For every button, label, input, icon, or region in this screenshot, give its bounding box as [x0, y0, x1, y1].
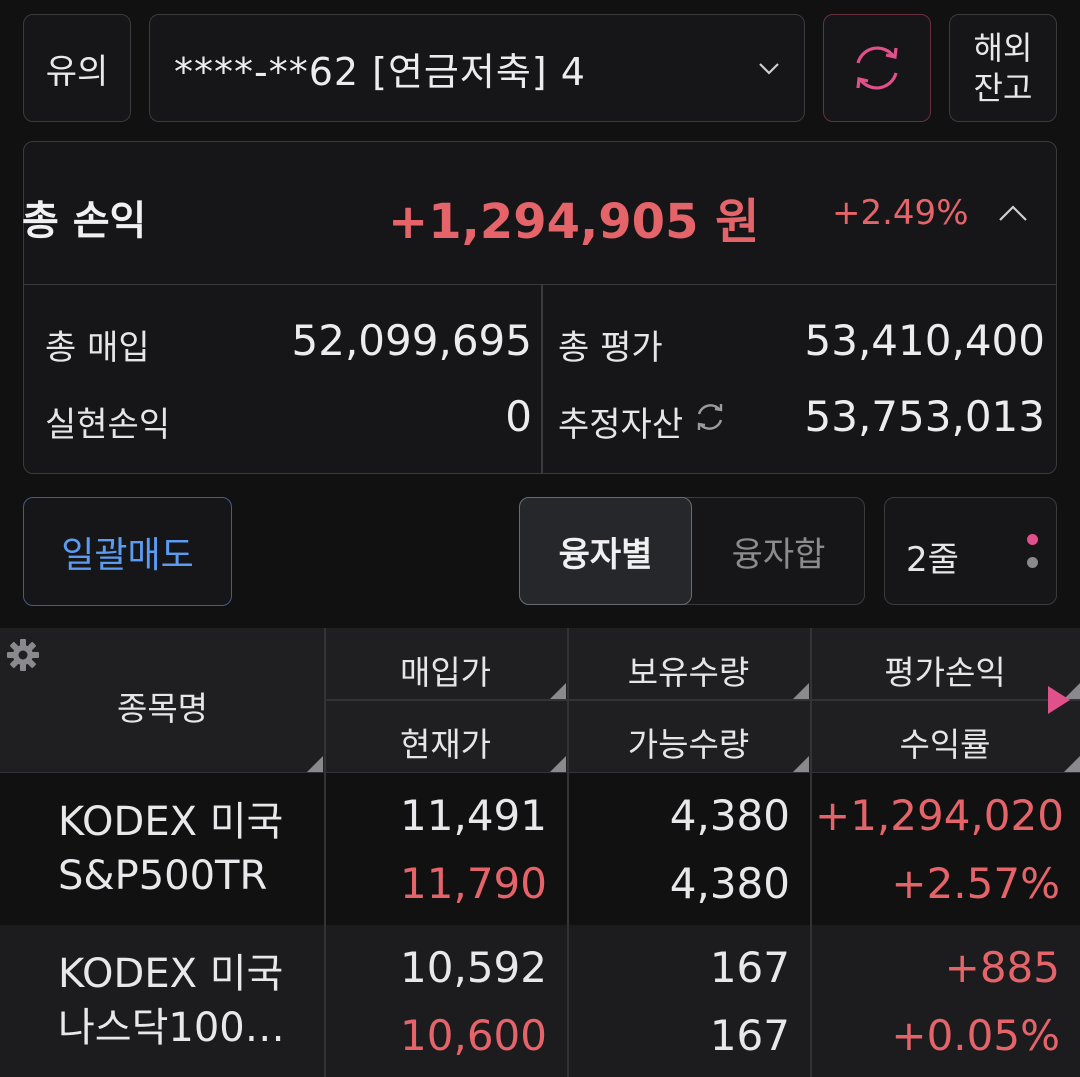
column-divider [324, 925, 326, 1077]
est-asset-label: 추정자산 [558, 405, 684, 445]
row-count-label: 2줄 [906, 540, 959, 580]
col-header-buy-price[interactable]: 매입가 [324, 646, 567, 694]
column-divider [324, 773, 326, 925]
overseas-label-line2: 잔고 [973, 69, 1033, 107]
col-header-current-price[interactable]: 현재가 [324, 718, 567, 766]
tab-loan-sum-label: 융자합 [731, 534, 826, 575]
realized-pl-label: 실현손익 [45, 405, 171, 445]
gear-icon[interactable] [6, 638, 40, 672]
buy-price: 10,592 [400, 943, 547, 992]
total-pl-rate: +2.49% [832, 193, 969, 233]
chevron-down-icon [759, 63, 779, 75]
account-select[interactable]: ****-**62 [연금저축] 4 [149, 14, 805, 122]
realized-pl-value: 0 [505, 392, 532, 441]
column-divider [567, 773, 569, 925]
col-header-eval-pl[interactable]: 평가손익 [810, 646, 1080, 694]
sort-indicator [793, 756, 809, 772]
chevron-up-icon[interactable] [997, 198, 1029, 226]
est-asset-value: 53,753,013 [804, 392, 1045, 441]
scroll-right-icon[interactable] [1046, 684, 1072, 716]
total-pl-label: 총 손익 [22, 198, 147, 244]
column-divider [567, 925, 569, 1077]
summary-divider [541, 285, 543, 473]
col-header-available-qty[interactable]: 가능수량 [567, 718, 810, 766]
refresh-button[interactable] [823, 14, 931, 122]
column-divider [810, 925, 812, 1077]
total-buy-value: 52,099,695 [291, 316, 532, 365]
refresh-icon[interactable] [693, 400, 727, 434]
notice-button[interactable]: 유의 [23, 14, 131, 122]
tab-by-loan[interactable]: 융자별 [519, 497, 692, 605]
holding-qty: 4,380 [669, 791, 790, 840]
more-dot [1027, 557, 1038, 568]
table-row[interactable]: KODEX 미국 나스닥100… 10,592 10,600 167 167 +… [0, 925, 1080, 1077]
holding-qty: 167 [709, 943, 790, 992]
total-eval-value: 53,410,400 [804, 316, 1045, 365]
total-eval-label: 총 평가 [558, 328, 663, 368]
stock-name-line2: S&P500TR [58, 853, 268, 899]
available-qty: 167 [709, 1011, 790, 1060]
notice-label: 유의 [45, 51, 109, 92]
table-row[interactable]: KODEX 미국 S&P500TR 11,491 11,790 4,380 4,… [0, 773, 1080, 925]
more-dot [1027, 534, 1038, 545]
stock-name-line1: KODEX 미국 [58, 799, 284, 845]
refresh-icon [856, 46, 898, 90]
bulk-sell-button[interactable]: 일괄매도 [23, 497, 232, 606]
header-row-divider [324, 699, 1080, 701]
account-label: ****-**62 [연금저축] 4 [174, 49, 586, 94]
buy-price: 11,491 [400, 791, 547, 840]
column-divider [810, 773, 812, 925]
tab-by-loan-label: 융자별 [558, 534, 653, 575]
tab-loan-sum[interactable]: 융자합 [692, 497, 865, 605]
return-rate: +0.05% [891, 1011, 1060, 1060]
sort-indicator [307, 756, 323, 772]
sort-indicator [793, 683, 809, 699]
sort-indicator [550, 683, 566, 699]
sort-indicator [550, 756, 566, 772]
total-pl-value: +1,294,905 원 [388, 194, 760, 250]
current-price: 10,600 [400, 1011, 547, 1060]
col-header-holding-qty[interactable]: 보유수량 [567, 646, 810, 694]
col-header-name[interactable]: 종목명 [60, 682, 265, 730]
current-price: 11,790 [400, 859, 547, 908]
total-buy-label: 총 매입 [45, 328, 150, 368]
return-rate: +2.57% [891, 859, 1060, 908]
eval-pl: +1,294,020 [815, 791, 1064, 840]
more-icon[interactable] [1027, 534, 1038, 568]
bulk-sell-label: 일괄매도 [61, 534, 194, 576]
overseas-balance-button[interactable]: 해외 잔고 [949, 14, 1057, 122]
overseas-label-line1: 해외 [973, 29, 1033, 67]
col-header-return-rate[interactable]: 수익률 [810, 718, 1080, 766]
table-header: 종목명 매입가 보유수량 평가손익 현재가 가능수량 수익률 [0, 628, 1080, 773]
eval-pl: +885 [944, 943, 1060, 992]
stock-name-line2: 나스닥100… [58, 1005, 285, 1051]
sort-indicator [1064, 756, 1080, 772]
available-qty: 4,380 [669, 859, 790, 908]
stock-name-line1: KODEX 미국 [58, 951, 284, 997]
